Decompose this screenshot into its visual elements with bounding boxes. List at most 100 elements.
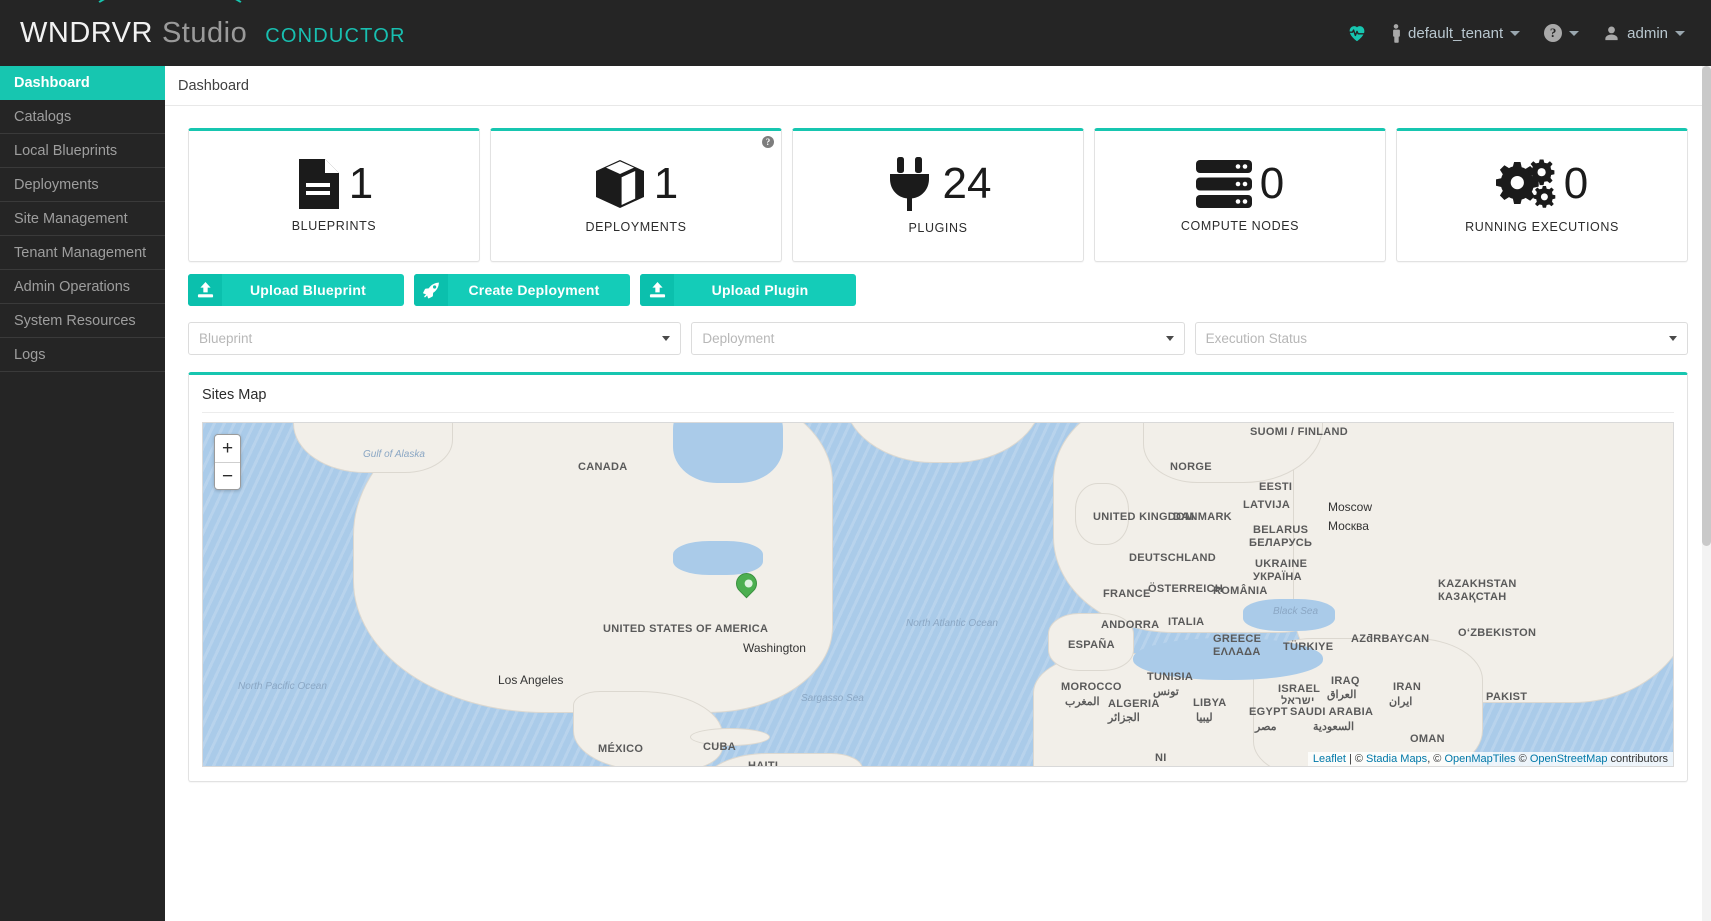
stat-card-compute-nodes[interactable]: 0 COMPUTE NODES bbox=[1094, 128, 1386, 262]
chevron-down-icon bbox=[1510, 30, 1521, 36]
stat-card-value-row: 24 bbox=[885, 157, 992, 211]
openmaptiles-link[interactable]: OpenMapTiles bbox=[1444, 753, 1515, 765]
stat-card-value-row: 1 bbox=[594, 158, 678, 210]
stat-card-value: 24 bbox=[942, 159, 992, 208]
create-deployment-button[interactable]: Create Deployment bbox=[414, 274, 630, 306]
sidebar-item-label: Tenant Management bbox=[14, 244, 147, 261]
attr-sep-3: © bbox=[1515, 753, 1530, 765]
button-label: Upload Plugin bbox=[711, 282, 809, 298]
sidebar-item-system-resources[interactable]: System Resources bbox=[0, 304, 165, 338]
stat-card-value: 1 bbox=[653, 159, 679, 208]
top-bar: WNDRVR Studio CONDUCTOR default_tenant ?… bbox=[0, 0, 1711, 66]
stat-card-row: 1 BLUEPRINTS? 1 DEPLOYMENTS 24 PLUGINS 0 COMPUT… bbox=[188, 128, 1688, 262]
filter-blueprint-select[interactable]: Blueprint bbox=[188, 322, 682, 355]
stat-card-value-row: 0 bbox=[1495, 158, 1589, 210]
sidebar-item-deployments[interactable]: Deployments bbox=[0, 168, 165, 202]
sites-map[interactable]: + − CANADA UNITED STATES OF AMERICA Los An… bbox=[202, 422, 1674, 767]
dashboard-content: 1 BLUEPRINTS? 1 DEPLOYMENTS 24 PLUGINS 0 COMPUT… bbox=[165, 106, 1711, 782]
stat-card-blueprints[interactable]: 1 BLUEPRINTS bbox=[188, 128, 480, 262]
stat-card-label: RUNNING EXECUTIONS bbox=[1465, 220, 1619, 234]
sidebar-item-label: Logs bbox=[14, 346, 46, 363]
leaflet-link[interactable]: Leaflet bbox=[1313, 753, 1346, 765]
sites-map-panel: Sites Map + − CANADA UNITED STATES OF AM… bbox=[188, 372, 1688, 782]
landmass-caribbean bbox=[690, 728, 770, 746]
sidebar-item-label: Local Blueprints bbox=[14, 142, 118, 159]
sidebar-item-label: System Resources bbox=[14, 312, 136, 329]
stat-card-value: 0 bbox=[1563, 159, 1589, 208]
filter-placeholder: Blueprint bbox=[199, 331, 253, 346]
page-title: Dashboard bbox=[165, 66, 1711, 106]
attr-sep-2: , © bbox=[1427, 753, 1445, 765]
chevron-down-icon bbox=[662, 336, 671, 341]
gears-icon bbox=[1495, 158, 1556, 210]
stat-card-deployments[interactable]: ? 1 DEPLOYMENTS bbox=[490, 128, 782, 262]
upload-icon bbox=[640, 274, 674, 306]
landmass-iberia bbox=[1048, 613, 1134, 671]
sidebar-item-tenant-management[interactable]: Tenant Management bbox=[0, 236, 165, 270]
brand-conductor-text: CONDUCTOR bbox=[265, 24, 406, 47]
attr-tail: contributors bbox=[1607, 753, 1668, 765]
cube-icon bbox=[594, 158, 646, 210]
health-status-button[interactable] bbox=[1337, 18, 1377, 48]
filter-deployment-select[interactable]: Deployment bbox=[691, 322, 1185, 355]
sidebar-item-admin-operations[interactable]: Admin Operations bbox=[0, 270, 165, 304]
brand-logo[interactable]: WNDRVR Studio CONDUCTOR bbox=[0, 17, 406, 50]
help-menu-button[interactable]: ? bbox=[1534, 18, 1589, 48]
sidebar-item-label: Site Management bbox=[14, 210, 128, 227]
stat-card-label: PLUGINS bbox=[908, 221, 968, 235]
upload-blueprint-button[interactable]: Upload Blueprint bbox=[188, 274, 404, 306]
button-label: Upload Blueprint bbox=[250, 282, 366, 298]
sidebar-item-site-management[interactable]: Site Management bbox=[0, 202, 165, 236]
sidebar-item-label: Admin Operations bbox=[14, 278, 131, 295]
filter-row: Blueprint Deployment Execution Status bbox=[188, 322, 1688, 355]
brand-arc-decoration bbox=[90, 0, 250, 37]
question-circle-icon: ? bbox=[1544, 24, 1563, 42]
card-help-icon[interactable]: ? bbox=[762, 136, 774, 148]
stadia-maps-link[interactable]: Stadia Maps bbox=[1366, 753, 1427, 765]
page-scrollbar[interactable] bbox=[1702, 66, 1711, 921]
tenant-label: default_tenant bbox=[1408, 24, 1504, 42]
button-label: Create Deployment bbox=[468, 282, 600, 298]
user-avatar-icon bbox=[1603, 25, 1620, 42]
page-scrollbar-thumb[interactable] bbox=[1702, 66, 1711, 546]
map-zoom-controls[interactable]: + − bbox=[214, 434, 241, 490]
tenant-selector[interactable]: default_tenant bbox=[1381, 18, 1530, 49]
sidebar-item-catalogs[interactable]: Catalogs bbox=[0, 100, 165, 134]
user-menu-button[interactable]: admin bbox=[1593, 19, 1695, 48]
sidebar-item-logs[interactable]: Logs bbox=[0, 338, 165, 372]
sidebar-item-label: Catalogs bbox=[14, 108, 72, 125]
map-zoom-in-button[interactable]: + bbox=[215, 435, 240, 462]
server-rack-icon bbox=[1195, 159, 1252, 209]
stat-card-plugins[interactable]: 24 PLUGINS bbox=[792, 128, 1084, 262]
upload-plugin-button[interactable]: Upload Plugin bbox=[640, 274, 856, 306]
map-pin-icon bbox=[731, 568, 762, 599]
filter-execution-status-select[interactable]: Execution Status bbox=[1194, 322, 1688, 355]
openstreetmap-link[interactable]: OpenStreetMap bbox=[1530, 753, 1608, 765]
stat-card-label: COMPUTE NODES bbox=[1180, 219, 1300, 233]
divider bbox=[202, 412, 1674, 413]
filter-placeholder: Execution Status bbox=[1205, 331, 1307, 346]
lake-great-lakes bbox=[673, 541, 763, 575]
sidebar: Dashboard Catalogs Local Blueprints Deploym… bbox=[0, 66, 165, 921]
document-icon bbox=[295, 159, 341, 209]
map-zoom-out-button[interactable]: − bbox=[215, 462, 240, 489]
stat-card-running-executions[interactable]: 0 RUNNING EXECUTIONS bbox=[1396, 128, 1688, 262]
sites-map-title: Sites Map bbox=[202, 387, 267, 403]
main-content: Dashboard 1 BLUEPRINTS? 1 DEPLOYMENTS 24 PLUG… bbox=[165, 66, 1711, 921]
filter-placeholder: Deployment bbox=[702, 331, 775, 346]
stat-card-value-row: 1 bbox=[295, 159, 373, 209]
chevron-down-icon bbox=[1668, 336, 1677, 341]
sidebar-item-label: Deployments bbox=[14, 176, 99, 193]
site-marker[interactable] bbox=[731, 568, 762, 599]
upload-icon bbox=[188, 274, 222, 306]
stat-card-label: DEPLOYMENTS bbox=[585, 220, 687, 234]
map-pin-center bbox=[742, 577, 754, 590]
sidebar-item-dashboard[interactable]: Dashboard bbox=[0, 66, 165, 100]
sidebar-item-local-blueprints[interactable]: Local Blueprints bbox=[0, 134, 165, 168]
sidebar-item-label: Dashboard bbox=[14, 75, 90, 91]
chevron-down-icon bbox=[1165, 336, 1174, 341]
landmass-british-isles bbox=[1075, 483, 1129, 545]
attr-sep-1: | © bbox=[1345, 753, 1367, 765]
chevron-down-icon bbox=[1569, 30, 1580, 36]
map-attribution: Leaflet | © Stadia Maps, © OpenMapTiles … bbox=[1307, 752, 1673, 766]
